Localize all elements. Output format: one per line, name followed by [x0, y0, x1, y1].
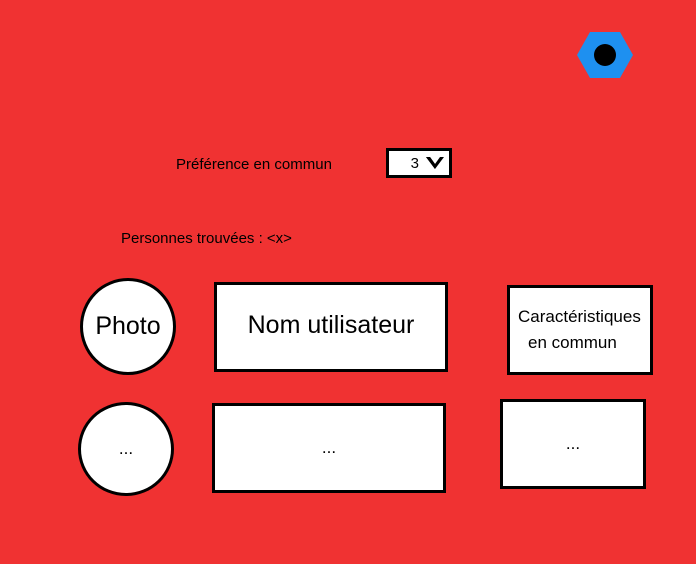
- results-count-label: Personnes trouvées : <x>: [121, 230, 292, 247]
- preference-label: Préférence en commun: [176, 156, 332, 173]
- common-traits-line2: en commun: [528, 333, 617, 352]
- preference-select-value: 3: [410, 154, 419, 172]
- common-traits-line1: Caractéristiques: [518, 307, 641, 326]
- common-traits-box[interactable]: ...: [500, 399, 646, 489]
- photo-label: Photo: [95, 312, 161, 340]
- username-box[interactable]: ...: [212, 403, 446, 493]
- user-photo[interactable]: Photo: [80, 278, 176, 375]
- username-box[interactable]: Nom utilisateur: [214, 282, 448, 372]
- preference-select[interactable]: 3: [386, 148, 452, 178]
- user-photo[interactable]: ...: [78, 402, 174, 496]
- username-placeholder: ...: [321, 438, 337, 457]
- common-traits-box[interactable]: Caractéristiques en commun: [507, 285, 653, 375]
- traits-placeholder: ...: [565, 434, 581, 453]
- username-label: Nom utilisateur: [247, 311, 415, 339]
- photo-placeholder: ...: [118, 439, 134, 458]
- settings-hexagon-icon[interactable]: [576, 30, 634, 80]
- chevron-down-icon: [426, 157, 444, 169]
